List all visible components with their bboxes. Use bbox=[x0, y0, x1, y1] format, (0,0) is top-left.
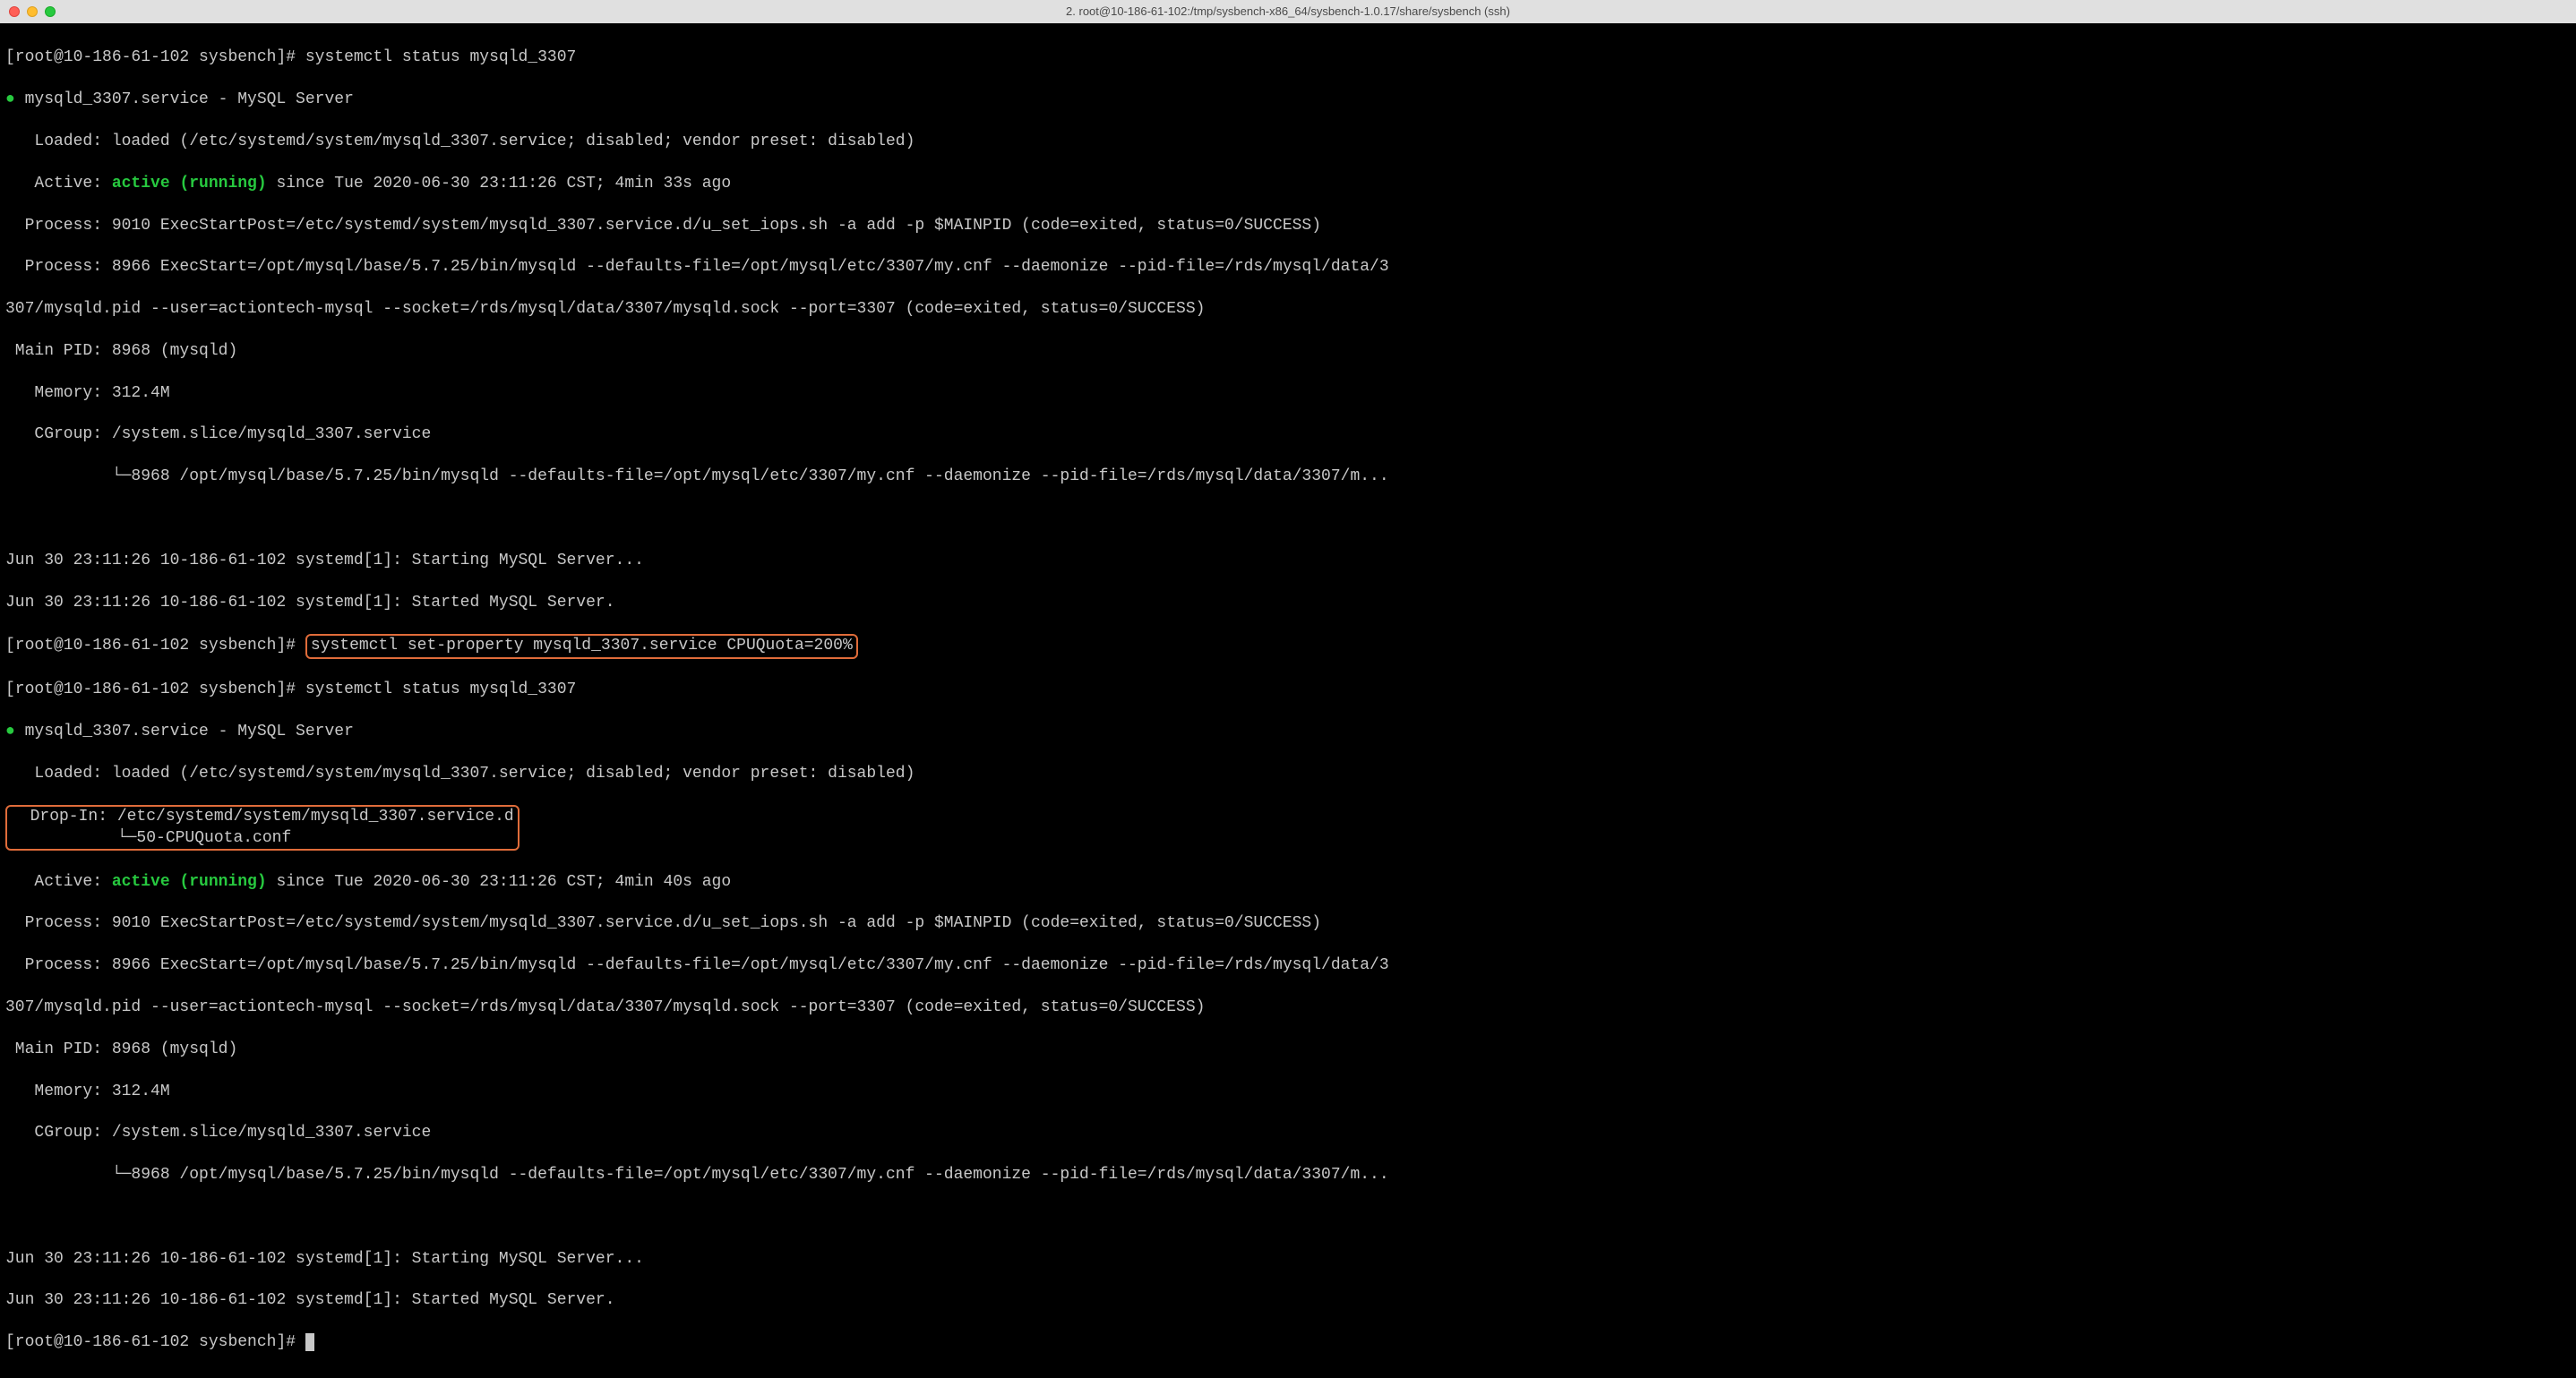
prompt: [root@10-186-61-102 sysbench]# bbox=[5, 637, 305, 655]
cgroup-line: CGroup: /system.slice/mysqld_3307.servic… bbox=[5, 424, 2571, 445]
process-line-2b: 307/mysqld.pid --user=actiontech-mysql -… bbox=[5, 997, 2571, 1018]
loaded-line: Loaded: loaded (/etc/systemd/system/mysq… bbox=[5, 764, 2571, 784]
loaded-line: Loaded: loaded (/etc/systemd/system/mysq… bbox=[5, 132, 2571, 152]
process-line-2a: Process: 8966 ExecStart=/opt/mysql/base/… bbox=[5, 257, 2571, 278]
memory-line: Memory: 312.4M bbox=[5, 1082, 2571, 1102]
cgroup-line-2: └─8968 /opt/mysql/base/5.7.25/bin/mysqld… bbox=[5, 466, 2571, 487]
cgroup-line-2: └─8968 /opt/mysql/base/5.7.25/bin/mysqld… bbox=[5, 1165, 2571, 1185]
service-header: mysqld_3307.service - MySQL Server bbox=[25, 90, 354, 108]
traffic-lights bbox=[9, 6, 56, 17]
prompt: [root@10-186-61-102 sysbench]# bbox=[5, 1333, 305, 1351]
status-dot-icon: ● bbox=[5, 723, 25, 740]
dropin-line-2: └─50-CPUQuota.conf bbox=[11, 829, 291, 847]
prompt: [root@10-186-61-102 sysbench]# bbox=[5, 48, 305, 66]
titlebar: 2. root@10-186-61-102:/tmp/sysbench-x86_… bbox=[0, 0, 2576, 23]
service-header: mysqld_3307.service - MySQL Server bbox=[25, 723, 354, 740]
window-title: 2. root@10-186-61-102:/tmp/sysbench-x86_… bbox=[1066, 4, 1510, 20]
minimize-icon[interactable] bbox=[27, 6, 38, 17]
command-status-2: systemctl status mysqld_3307 bbox=[305, 680, 576, 698]
process-line-2b: 307/mysqld.pid --user=actiontech-mysql -… bbox=[5, 299, 2571, 320]
dropin-line-1: Drop-In: /etc/systemd/system/mysqld_3307… bbox=[11, 808, 514, 826]
active-value: active (running) bbox=[112, 873, 267, 891]
prompt: [root@10-186-61-102 sysbench]# bbox=[5, 680, 305, 698]
process-line-1: Process: 9010 ExecStartPost=/etc/systemd… bbox=[5, 913, 2571, 934]
memory-line: Memory: 312.4M bbox=[5, 383, 2571, 404]
log-line-1: Jun 30 23:11:26 10-186-61-102 systemd[1]… bbox=[5, 551, 2571, 571]
mainpid-line: Main PID: 8968 (mysqld) bbox=[5, 341, 2571, 362]
log-line-1: Jun 30 23:11:26 10-186-61-102 systemd[1]… bbox=[5, 1249, 2571, 1270]
command-setproperty: systemctl set-property mysqld_3307.servi… bbox=[311, 637, 853, 655]
zoom-icon[interactable] bbox=[45, 6, 56, 17]
active-label: Active: bbox=[5, 175, 112, 193]
highlight-box: Drop-In: /etc/systemd/system/mysqld_3307… bbox=[5, 805, 519, 851]
log-line-2: Jun 30 23:11:26 10-186-61-102 systemd[1]… bbox=[5, 593, 2571, 613]
process-line-1: Process: 9010 ExecStartPost=/etc/systemd… bbox=[5, 216, 2571, 236]
highlight-box: systemctl set-property mysqld_3307.servi… bbox=[305, 634, 858, 658]
cursor-icon bbox=[305, 1333, 314, 1351]
command-status-1: systemctl status mysqld_3307 bbox=[305, 48, 576, 66]
log-line-2: Jun 30 23:11:26 10-186-61-102 systemd[1]… bbox=[5, 1290, 2571, 1311]
mainpid-line: Main PID: 8968 (mysqld) bbox=[5, 1040, 2571, 1060]
active-label: Active: bbox=[5, 873, 112, 891]
close-icon[interactable] bbox=[9, 6, 20, 17]
active-value: active (running) bbox=[112, 175, 267, 193]
active-since: since Tue 2020-06-30 23:11:26 CST; 4min … bbox=[267, 873, 731, 891]
status-dot-icon: ● bbox=[5, 90, 25, 108]
active-since: since Tue 2020-06-30 23:11:26 CST; 4min … bbox=[267, 175, 731, 193]
terminal-output[interactable]: [root@10-186-61-102 sysbench]# systemctl… bbox=[0, 23, 2576, 1378]
process-line-2a: Process: 8966 ExecStart=/opt/mysql/base/… bbox=[5, 955, 2571, 976]
cgroup-line: CGroup: /system.slice/mysqld_3307.servic… bbox=[5, 1123, 2571, 1143]
